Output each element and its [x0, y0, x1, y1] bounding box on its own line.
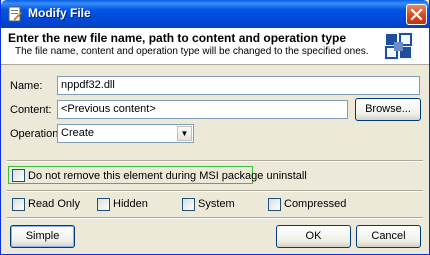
- cancel-button[interactable]: Cancel: [356, 225, 421, 248]
- divider-top: [7, 160, 423, 162]
- msi-uninstall-label[interactable]: Do not remove this element during MSI pa…: [28, 170, 307, 182]
- close-icon: [410, 8, 423, 21]
- operation-select[interactable]: Create ▼: [57, 124, 194, 143]
- compressed-label[interactable]: Compressed: [284, 198, 346, 210]
- read-only-label[interactable]: Read Only: [28, 198, 80, 210]
- header-subtitle: The file name, content and operation typ…: [15, 46, 369, 57]
- content-field[interactable]: <Previous content>: [57, 100, 348, 119]
- name-field[interactable]: nppdf32.dll: [57, 76, 420, 95]
- divider-bottom: [7, 217, 423, 219]
- read-only-checkbox[interactable]: [12, 198, 25, 211]
- operation-value: Create: [61, 127, 95, 139]
- window-title: Modify File: [28, 6, 91, 20]
- hidden-checkbox[interactable]: [97, 198, 110, 211]
- operation-label: Operation:: [10, 128, 62, 140]
- compressed-checkbox[interactable]: [268, 198, 281, 211]
- content-label: Content:: [10, 104, 52, 116]
- simple-button[interactable]: Simple: [10, 225, 75, 248]
- header-panel: Enter the new file name, path to content…: [1, 28, 429, 65]
- ok-button[interactable]: OK: [276, 225, 351, 248]
- divider-middle: [7, 190, 423, 192]
- browse-button[interactable]: Browse...: [355, 98, 421, 121]
- close-button[interactable]: [406, 4, 427, 25]
- hidden-label[interactable]: Hidden: [113, 198, 148, 210]
- system-checkbox[interactable]: [182, 198, 195, 211]
- msi-uninstall-checkbox[interactable]: [12, 169, 25, 182]
- name-label: Name:: [10, 80, 43, 92]
- header-title: Enter the new file name, path to content…: [8, 31, 347, 45]
- system-label[interactable]: System: [198, 198, 235, 210]
- title-bar[interactable]: Modify File: [1, 0, 429, 28]
- document-edit-icon: [8, 6, 23, 22]
- modify-file-dialog: Modify File Enter the new file name, pat…: [0, 0, 430, 255]
- squares-logo-icon: [384, 32, 414, 60]
- chevron-down-icon[interactable]: ▼: [177, 126, 192, 141]
